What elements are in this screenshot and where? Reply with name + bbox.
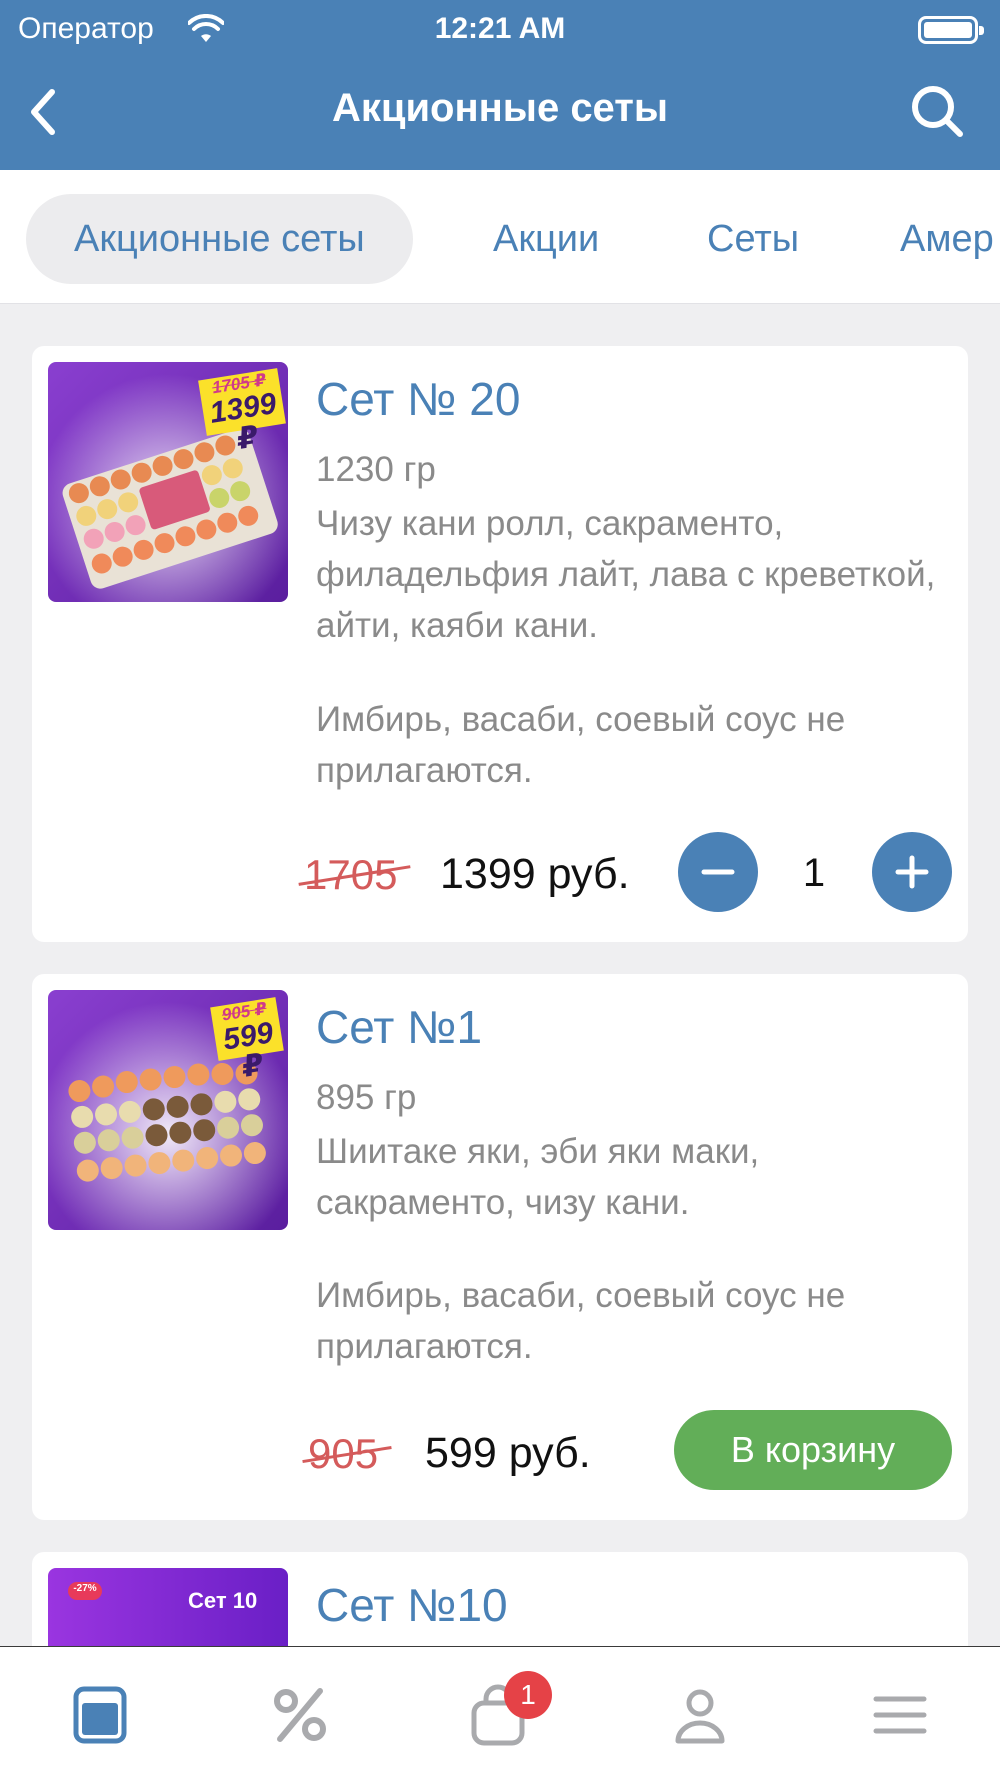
page-title: Акционные сеты xyxy=(331,86,669,130)
tab-promotions[interactable]: Акции xyxy=(493,194,599,284)
add-to-cart-button[interactable]: В корзину xyxy=(674,1410,952,1490)
product-card[interactable]: 905 ₽ 599 ₽ Сет №1 895 гр Шиитаке яки, э… xyxy=(32,974,968,1520)
battery-icon xyxy=(918,16,984,44)
old-price: 905 xyxy=(308,1430,379,1477)
percent-icon[interactable] xyxy=(268,1683,332,1747)
old-price: 1705 xyxy=(304,851,398,898)
product-card[interactable]: 1705 ₽ 1399 ₽ Сет № 20 1230 гр Чизу кани… xyxy=(32,346,968,942)
tab-american[interactable]: Амер xyxy=(900,194,994,284)
search-icon[interactable] xyxy=(906,80,970,144)
current-price: 599 руб. xyxy=(425,1429,591,1477)
menu-book-icon[interactable] xyxy=(68,1683,132,1747)
product-weight: 1230 гр xyxy=(316,450,436,489)
product-image[interactable]: 1705 ₽ 1399 ₽ xyxy=(48,362,288,602)
product-title[interactable]: Сет №10 xyxy=(316,1578,508,1632)
bottom-tab-bar: 1 xyxy=(0,1646,1000,1778)
tab-promo-sets[interactable]: Акционные сеты xyxy=(26,194,413,284)
product-image[interactable]: 905 ₽ 599 ₽ xyxy=(48,990,288,1230)
tab-sets[interactable]: Сеты xyxy=(707,194,799,284)
top-bar: Оператор 12:21 AM Акционные сеты xyxy=(0,0,1000,170)
product-note: Имбирь, васаби, соевый соус не прилагают… xyxy=(316,700,846,790)
set-label: Сет 10 xyxy=(188,1588,258,1613)
current-price: 1399 руб. xyxy=(440,850,630,898)
product-description: Чизу кани ролл, сакраменто, филадельфия … xyxy=(316,504,936,645)
price-badge: 905 ₽ 599 ₽ xyxy=(210,997,284,1084)
product-note: Имбирь, васаби, соевый соус не прилагают… xyxy=(316,1276,846,1366)
product-title[interactable]: Сет №1 xyxy=(316,1000,482,1054)
price-badge: 1705 ₽ 1399 ₽ xyxy=(198,368,286,456)
quantity-value: 1 xyxy=(802,851,826,895)
category-tabs: Акционные сеты Акции Сеты Амер xyxy=(0,170,1000,304)
increase-quantity-button[interactable] xyxy=(872,832,952,912)
hamburger-icon[interactable] xyxy=(868,1683,932,1747)
product-description: Шиитаке яки, эби яки маки, сакраменто, ч… xyxy=(316,1132,760,1222)
clock: 12:21 AM xyxy=(434,12,566,45)
status-bar: Оператор 12:21 AM xyxy=(0,8,1000,48)
plus-icon xyxy=(895,855,929,889)
minus-icon xyxy=(701,869,735,875)
product-weight: 895 гр xyxy=(316,1078,417,1117)
decrease-quantity-button[interactable] xyxy=(678,832,758,912)
discount-badge: -27% xyxy=(73,1583,97,1594)
profile-icon[interactable] xyxy=(668,1683,732,1747)
cart-count-badge: 1 xyxy=(504,1671,552,1719)
product-title[interactable]: Сет № 20 xyxy=(316,372,520,426)
